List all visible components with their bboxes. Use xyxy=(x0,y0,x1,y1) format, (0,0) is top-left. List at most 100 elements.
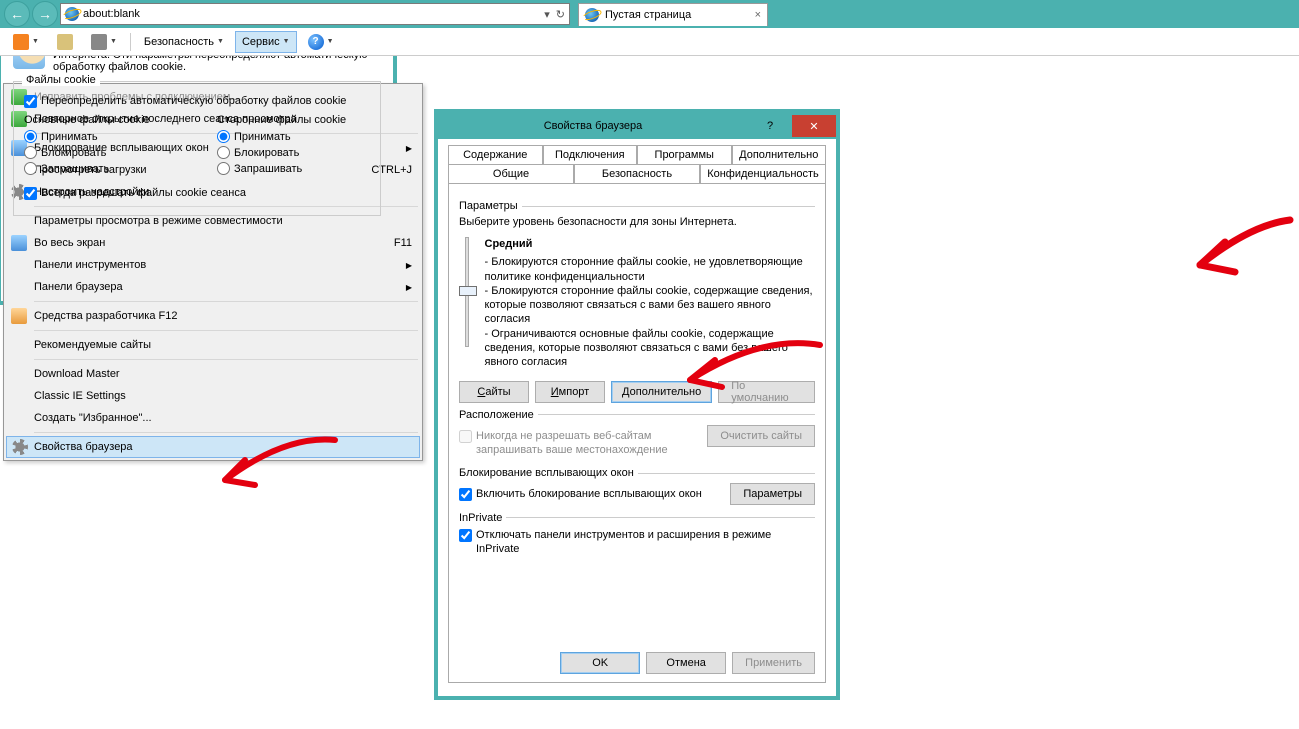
security-level-area: Средний - Блокируются сторонние файлы co… xyxy=(459,232,815,375)
security-slider[interactable] xyxy=(460,237,475,370)
browser-properties-dialog: Свойства браузера ? ✕ Содержание Подключ… xyxy=(434,109,840,700)
fieldset-legend: Файлы cookie xyxy=(22,74,100,86)
first-party-column: Основные файлы cookie Принимать Блокиров… xyxy=(24,114,177,178)
back-button[interactable]: ← xyxy=(4,1,30,27)
tab-connections[interactable]: Подключения xyxy=(543,145,638,165)
menu-item-label: Панели браузера xyxy=(34,281,123,293)
menu-item[interactable]: Classic IE Settings xyxy=(6,385,420,407)
security-menu-button[interactable]: Безопасность▼ xyxy=(137,31,231,53)
inprivate-checkbox[interactable]: Отключать панели инструментов и расширен… xyxy=(459,528,815,557)
fp-ask-radio[interactable]: Запрашивать xyxy=(24,162,177,175)
menu-item-label: Свойства браузера xyxy=(34,441,133,453)
feeds-button[interactable]: ▼ xyxy=(6,31,46,53)
dialog-title: Свойства браузера xyxy=(438,120,748,132)
print-button[interactable]: ▼ xyxy=(84,31,124,53)
mail-icon xyxy=(57,34,73,50)
ok-button[interactable]: OK xyxy=(560,652,640,674)
popup-checkbox-label: Включить блокирование всплывающих окон xyxy=(476,487,702,501)
cookies-fieldset: Файлы cookie Переопределить автоматическ… xyxy=(13,81,381,216)
radio-label: Принимать xyxy=(234,131,291,143)
session-checkbox-input[interactable] xyxy=(24,187,37,200)
tp-ask-radio[interactable]: Запрашивать xyxy=(217,162,370,175)
inprivate-checkbox-input[interactable] xyxy=(459,529,472,542)
menu-item[interactable]: Свойства браузера xyxy=(6,436,420,458)
menu-item-shortcut: F11 xyxy=(394,237,412,249)
dropdown-icon[interactable]: ▾ xyxy=(544,8,550,21)
tab-general[interactable]: Общие xyxy=(448,164,574,184)
ie-logo-icon xyxy=(65,7,79,21)
rss-icon xyxy=(13,34,29,50)
third-party-column: Сторонние файлы cookie Принимать Блокиро… xyxy=(217,114,370,178)
help-icon: ? xyxy=(308,34,324,50)
override-checkbox-label: Переопределить автоматическую обработку … xyxy=(41,94,346,108)
close-button[interactable]: ✕ xyxy=(792,115,836,137)
tab-advanced[interactable]: Дополнительно xyxy=(732,145,827,165)
menu-item-label: Средства разработчика F12 xyxy=(34,310,177,322)
inprivate-checkbox-label: Отключать панели инструментов и расширен… xyxy=(476,528,815,557)
menu-item[interactable]: Панели браузера ▶ xyxy=(6,276,420,298)
titlebar: Свойства браузера ? ✕ xyxy=(438,113,836,139)
default-button[interactable]: По умолчанию xyxy=(718,381,815,403)
close-icon[interactable]: × xyxy=(755,9,761,21)
separator xyxy=(130,33,131,51)
tp-block-radio[interactable]: Блокировать xyxy=(217,146,370,159)
menu-item-icon xyxy=(12,439,28,455)
help-button[interactable]: ?▼ xyxy=(301,31,341,53)
popup-checkbox-input[interactable] xyxy=(459,488,472,501)
tab-programs[interactable]: Программы xyxy=(637,145,732,165)
security-label: Безопасность xyxy=(144,36,214,48)
tab-privacy[interactable]: Конфиденциальность xyxy=(700,164,826,184)
apply-button[interactable]: Применить xyxy=(732,652,815,674)
forward-button[interactable]: → xyxy=(32,1,58,27)
clear-sites-button[interactable]: Очистить сайты xyxy=(707,425,815,447)
browser-tab[interactable]: Пустая страница × xyxy=(578,3,768,26)
params-heading: Параметры xyxy=(459,200,815,212)
level-name: Средний xyxy=(485,237,815,251)
menu-item-label: Создать "Избранное"... xyxy=(34,412,152,424)
tp-accept-radio[interactable]: Принимать xyxy=(217,130,370,143)
fp-accept-radio[interactable]: Принимать xyxy=(24,130,177,143)
menu-item[interactable]: Панели инструментов▶ xyxy=(6,254,420,276)
tab-content[interactable]: Содержание xyxy=(448,145,543,165)
menu-item[interactable]: Рекомендуемые сайты xyxy=(6,334,420,356)
service-label: Сервис xyxy=(242,36,280,48)
read-mail-button[interactable] xyxy=(50,31,80,53)
popup-params-button[interactable]: Параметры xyxy=(730,483,815,505)
import-button[interactable]: Импорт xyxy=(535,381,605,403)
menu-item[interactable]: Во весь экранF11 xyxy=(6,232,420,254)
session-checkbox-label: Всегда разрешать файлы cookie сеанса xyxy=(41,186,246,200)
location-checkbox[interactable]: Никогда не разрешать веб-сайтам запрашив… xyxy=(459,429,699,458)
sites-button[interactable]: Сайты xyxy=(459,381,529,403)
menu-item-icon xyxy=(11,235,27,251)
help-button[interactable]: ? xyxy=(748,115,792,137)
tab-security[interactable]: Безопасность xyxy=(574,164,700,184)
override-checkbox-input[interactable] xyxy=(24,95,37,108)
override-checkbox[interactable]: Переопределить автоматическую обработку … xyxy=(24,94,370,108)
browser-chrome: ← → about:blank ▾ ↻ Пустая страница × ▼ … xyxy=(0,0,1299,56)
tab-panel: Параметры Выберите уровень безопасности … xyxy=(448,183,826,683)
col2-heading: Сторонние файлы cookie xyxy=(217,114,370,126)
menu-item[interactable]: Download Master xyxy=(6,363,420,385)
menu-item-label: Download Master xyxy=(34,368,120,380)
level-desc: - Блокируются сторонние файлы cookie, не… xyxy=(485,256,813,368)
address-bar[interactable]: about:blank ▾ ↻ xyxy=(60,3,570,25)
popup-checkbox[interactable]: Включить блокирование всплывающих окон xyxy=(459,487,722,501)
params-hint: Выберите уровень безопасности для зоны И… xyxy=(459,216,815,228)
cancel-button[interactable]: Отмена xyxy=(646,652,726,674)
refresh-icon[interactable]: ↻ xyxy=(556,8,565,21)
service-menu-button[interactable]: Сервис▼ xyxy=(235,31,297,53)
col1-heading: Основные файлы cookie xyxy=(24,114,177,126)
menu-item-label: Рекомендуемые сайты xyxy=(34,339,151,351)
radio-label: Блокировать xyxy=(234,147,299,159)
tab-row-1: Содержание Подключения Программы Дополни… xyxy=(448,145,826,164)
location-checkbox-input[interactable] xyxy=(459,430,472,443)
address-text: about:blank xyxy=(83,8,540,20)
submenu-arrow-icon: ▶ xyxy=(406,283,412,292)
advanced-button[interactable]: Дополнительно xyxy=(611,381,712,403)
menu-item[interactable]: Средства разработчика F12 xyxy=(6,305,420,327)
session-checkbox[interactable]: Всегда разрешать файлы cookie сеанса xyxy=(24,186,370,200)
inprivate-heading: InPrivate xyxy=(459,512,815,524)
fp-block-radio[interactable]: Блокировать xyxy=(24,146,177,159)
radio-label: Блокировать xyxy=(41,147,106,159)
menu-item[interactable]: Создать "Избранное"... xyxy=(6,407,420,429)
